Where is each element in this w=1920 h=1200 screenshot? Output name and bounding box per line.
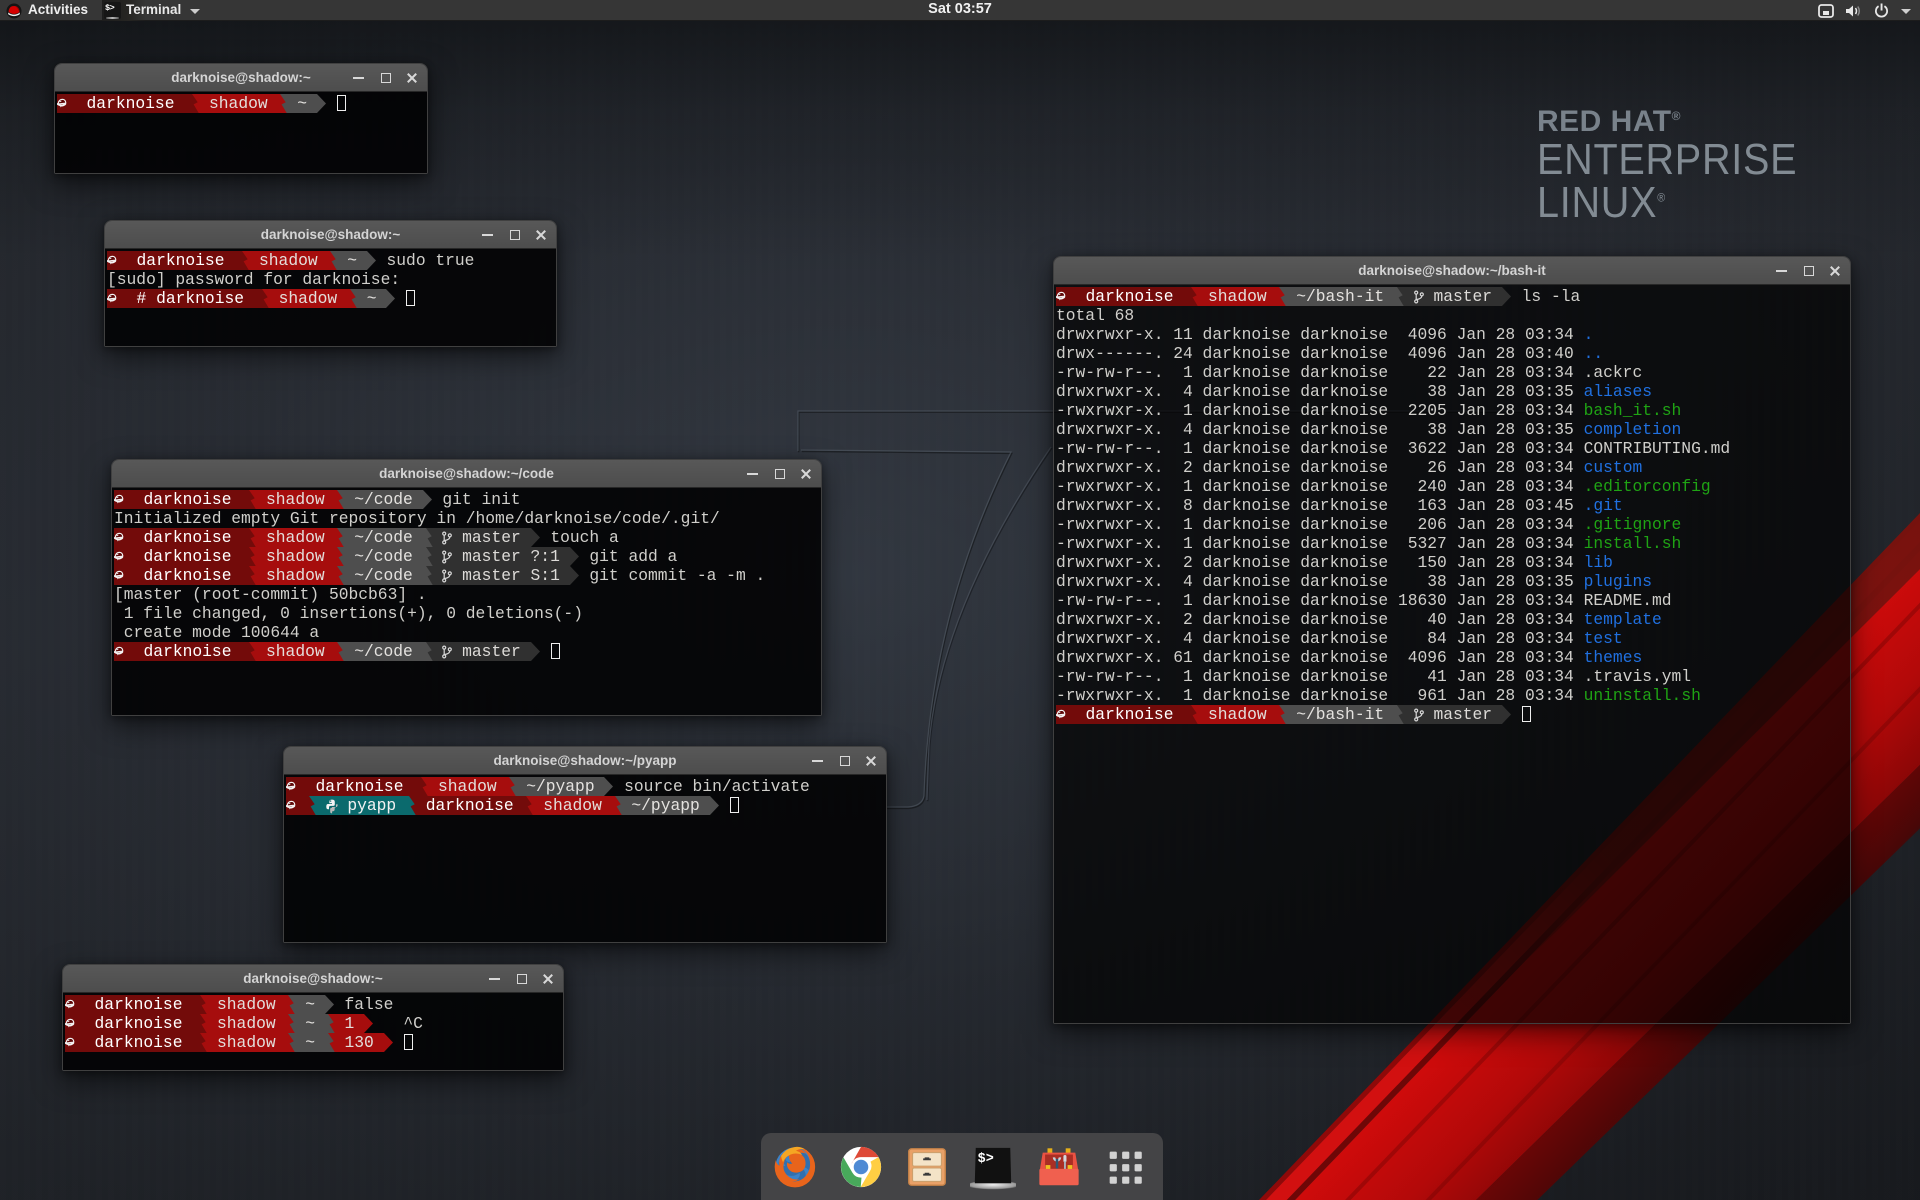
svg-text:$>: $> [978, 1152, 994, 1167]
